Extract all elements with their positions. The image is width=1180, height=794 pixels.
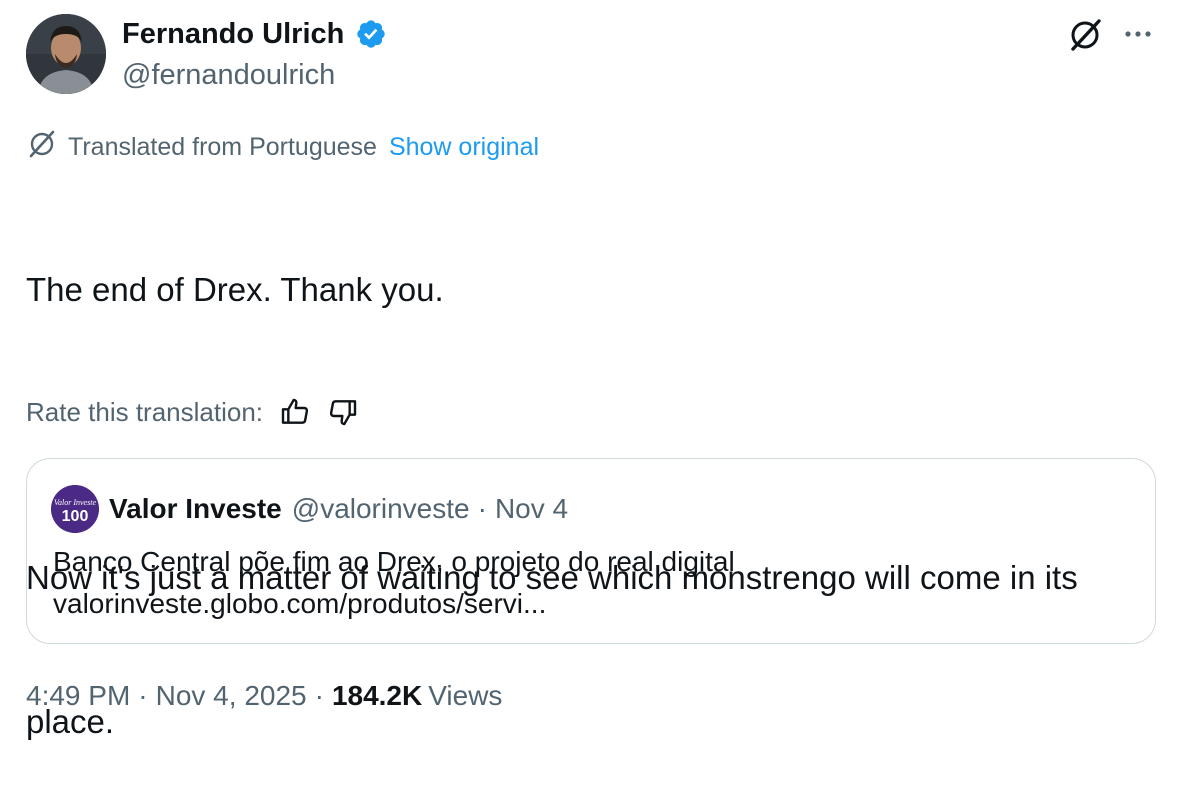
translated-label: Translated from Portuguese — [68, 132, 377, 161]
meta-separator: · — [138, 680, 148, 711]
thumbs-down-icon[interactable] — [327, 396, 359, 428]
quoted-text: Banco Central põe fim ao Drex, o projeto… — [53, 546, 735, 577]
quoted-avatar-text: 100 — [62, 508, 89, 525]
author-block: Fernando Ulrich @fernandoulrich — [122, 14, 387, 94]
quoted-separator: · — [477, 493, 487, 524]
views-count: 184.2K — [331, 680, 423, 711]
author-name[interactable]: Fernando Ulrich — [122, 14, 344, 54]
rate-label: Rate this translation: — [26, 396, 264, 427]
quoted-tweet-card[interactable]: Valor Investe 100 Valor Investe @valorin… — [26, 458, 1156, 644]
quoted-date[interactable]: Nov 4 — [495, 493, 568, 525]
profile-photo-icon — [26, 14, 106, 94]
grok-icon[interactable] — [1066, 16, 1104, 54]
views-label: Views — [428, 680, 503, 711]
rate-translation: Rate this translation: — [26, 392, 359, 432]
grok-translate-icon — [26, 128, 58, 167]
quoted-avatar-brand: Valor Investe — [54, 498, 96, 507]
author-avatar[interactable] — [26, 14, 106, 94]
author-handle[interactable]: @fernandoulrich — [122, 56, 387, 94]
quoted-author-name[interactable]: Valor Investe — [109, 493, 282, 525]
quoted-tweet-header: Valor Investe 100 Valor Investe @valorin… — [51, 485, 568, 533]
tweet-time[interactable]: 4:49 PM — [26, 680, 130, 712]
tweet-line: The end of Drex. Thank you. — [26, 271, 444, 308]
quoted-author-handle[interactable]: @valorinveste — [292, 493, 470, 525]
tweet-meta: 4:49 PM · Nov 4, 2025 · 184.2K Views — [26, 680, 502, 712]
more-icon[interactable] — [1120, 16, 1156, 52]
tweet-date[interactable]: Nov 4, 2025 — [156, 680, 307, 712]
quoted-tweet-body: Banco Central põe fim ao Drex, o projeto… — [53, 541, 735, 625]
quoted-link[interactable]: valorinveste.globo.com/produtos/servi... — [53, 583, 735, 625]
translation-bar: Translated from Portuguese Show original — [26, 130, 539, 164]
thumbs-up-icon[interactable] — [279, 396, 311, 428]
quoted-avatar[interactable]: Valor Investe 100 — [51, 485, 99, 533]
verified-badge-icon[interactable] — [355, 18, 387, 50]
meta-separator: · — [314, 680, 324, 711]
show-original-link[interactable]: Show original — [389, 133, 539, 162]
